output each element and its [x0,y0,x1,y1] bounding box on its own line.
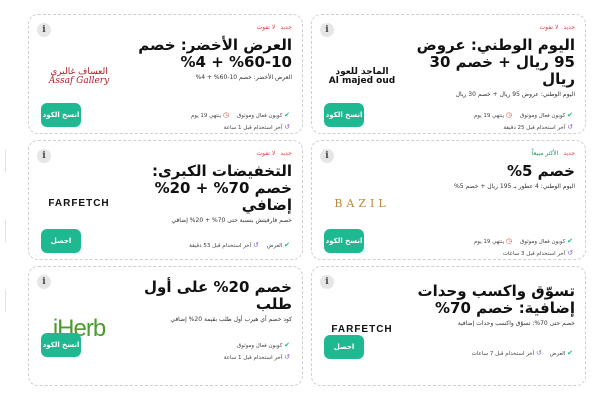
last-used-label: آخر استخدام قبل 1 ساعة [223,125,283,131]
history-icon: ↺ [284,353,290,361]
brand-logo-latin: FARFETCH [331,323,393,335]
coupon-title: التخفيضات الكبرى: خصم 70% + 20% إضافي [151,162,292,214]
coupon-description: كود خصم أي هيرب أول طلب بقيمة 20% إضافي [170,316,292,323]
verified-label: كوبون فعال وموثوق [236,113,283,119]
edge-mark [0,290,6,312]
get-deal-button[interactable]: احصل [41,229,81,253]
check-icon: ✔ [567,111,573,119]
brand-logo-latin: Assaf Gallery [48,76,110,86]
coupon-meta: ✔ العرض ↺ آخر استخدام قبل 53 دقيقة [189,241,290,249]
coupon-description: اليوم الوطني: عروض 95 ريال + خصم 30 ريال [455,91,575,98]
clock-icon: ◷ [505,111,512,119]
last-used-label: آخر استخدام قبل 3 ساعات [502,251,566,257]
info-icon[interactable]: i [320,275,334,289]
tag-dont-miss: لا تفوت [256,150,276,157]
tag-best-seller: الأكثر مبيعاً [531,150,559,157]
coupon-card-bazil: i جديد الأكثر مبيعاً BAZIL خصم 5% اليوم … [311,140,586,260]
coupon-meta: ✔ كوبون فعال وموثوق [237,341,290,349]
clock-icon: ◷ [505,237,512,245]
coupon-meta: ✔ كوبون فعال وموثوق ◷ ينتهي 19 يوم [474,111,573,119]
offer-label: العرض [549,351,566,357]
verified-label: كوبون فعال وموثوق [236,343,283,349]
card-tags: جديد لا تفوت [257,150,292,157]
coupon-description: العرض الأخضر: خصم 10-60% + 4% [195,74,292,81]
coupon-description: خصم فارفيتش بنسبة حتى 70% + 20% إضافي [171,217,292,224]
check-icon: ✔ [567,349,573,357]
coupon-last-used: ↺ آخر استخدام قبل 3 ساعات [503,249,573,257]
coupon-meta: ✔ كوبون فعال وموثوق ◷ ينتهي 19 يوم [474,237,573,245]
last-used-label: آخر استخدام قبل 53 دقيقة [189,243,252,249]
brand-logo-latin: BAZIL [334,196,390,210]
brand-logo[interactable]: الماجد للعود Al majed oud [326,55,398,99]
coupon-title: اليوم الوطني: عروض 95 ريال + خصم 30 ريال [416,36,575,88]
copy-code-button[interactable]: انسخ الكود [324,103,364,127]
verified-label: كوبون فعال وموثوق [519,239,566,245]
copy-code-button[interactable]: انسخ الكود [324,229,364,253]
card-tags: جديد لا تفوت [540,24,575,31]
info-icon[interactable]: i [37,275,51,289]
copy-code-button[interactable]: انسخ الكود [41,103,81,127]
verified-label: كوبون فعال وموثوق [519,113,566,119]
brand-logo[interactable]: BAZIL [326,181,398,225]
history-icon: ↺ [535,349,542,357]
check-icon: ✔ [284,341,290,349]
info-icon[interactable]: i [320,23,334,37]
card-tags: جديد لا تفوت [257,24,292,31]
get-deal-button[interactable]: احصل [324,335,364,359]
card-tags: جديد الأكثر مبيعاً [532,150,575,157]
check-icon: ✔ [284,241,290,249]
brand-logo-latin: FARFETCH [48,197,110,209]
offer-label: العرض [266,243,283,249]
copy-code-button[interactable]: انسخ الكود [41,333,81,357]
coupon-meta: ✔ العرض ↺ آخر استخدام قبل 7 ساعات [472,349,573,357]
coupon-grid: i جديد لا تفوت الماجد للعود Al majed oud… [28,14,588,386]
tag-dont-miss: لا تفوت [539,24,559,31]
coupon-title: العرض الأخضر: خصم 10-60% + 4% [138,36,292,71]
last-used-label: آخر استخدام قبل 25 دقيقة [503,125,566,131]
history-icon: ↺ [567,249,573,257]
coupon-card-iherb: i iHerb خصم 20% على أول طلب كود خصم أي ه… [28,266,303,386]
history-icon: ↺ [567,123,573,131]
brand-logo-latin: Al majed oud [328,76,396,86]
check-icon: ✔ [567,237,573,245]
last-used-label: آخر استخدام قبل 7 ساعات [471,351,535,357]
tag-new: جديد [563,150,575,157]
coupon-card-farfetch-earn: i FARFETCH تسوّق واكسب وحدات إضافية: خصم… [311,266,586,386]
edge-mark [0,220,6,242]
tag-new: جديد [280,24,292,31]
coupon-card-almajed: i جديد لا تفوت الماجد للعود Al majed oud… [311,14,586,134]
tag-dont-miss: لا تفوت [256,24,276,31]
info-icon[interactable]: i [37,23,51,37]
clock-icon: ◷ [222,111,229,119]
coupon-title: خصم 5% [506,162,575,180]
edge-mark [0,150,6,172]
expires-label: ينتهي 19 يوم [190,113,222,119]
coupon-description: اليوم الوطني: 4 عطور بـ 195 ريال + خصم 5… [454,183,575,190]
last-used-label: آخر استخدام قبل 1 ساعة [223,355,283,361]
coupon-card-assaf: i جديد لا تفوت العساف غاليري Assaf Galle… [28,14,303,134]
coupon-meta: ✔ كوبون فعال وموثوق ◷ ينتهي 19 يوم [191,111,290,119]
coupon-title: تسوّق واكسب وحدات إضافية: خصم 70% [417,282,576,317]
coupon-last-used: ↺ آخر استخدام قبل 1 ساعة [224,353,290,361]
brand-logo[interactable]: FARFETCH [43,181,115,225]
coupon-title: خصم 20% على أول طلب [144,278,292,313]
coupon-card-farfetch-sale: i جديد لا تفوت FARFETCH التخفيضات الكبرى… [28,140,303,260]
info-icon[interactable]: i [37,149,51,163]
expires-label: ينتهي 19 يوم [473,239,505,245]
info-icon[interactable]: i [320,149,334,163]
left-edge [0,0,10,400]
brand-logo[interactable]: العساف غاليري Assaf Gallery [43,55,115,99]
history-icon: ↺ [252,241,259,249]
tag-new: جديد [563,24,575,31]
tag-new: جديد [280,150,292,157]
coupon-last-used: ↺ آخر استخدام قبل 1 ساعة [224,123,290,131]
history-icon: ↺ [284,123,290,131]
expires-label: ينتهي 19 يوم [473,113,505,119]
coupon-description: خصم حتى 70%: تسوّق واكسب وحدات إضافية [457,320,575,327]
check-icon: ✔ [284,111,290,119]
coupon-last-used: ↺ آخر استخدام قبل 25 دقيقة [503,123,573,131]
